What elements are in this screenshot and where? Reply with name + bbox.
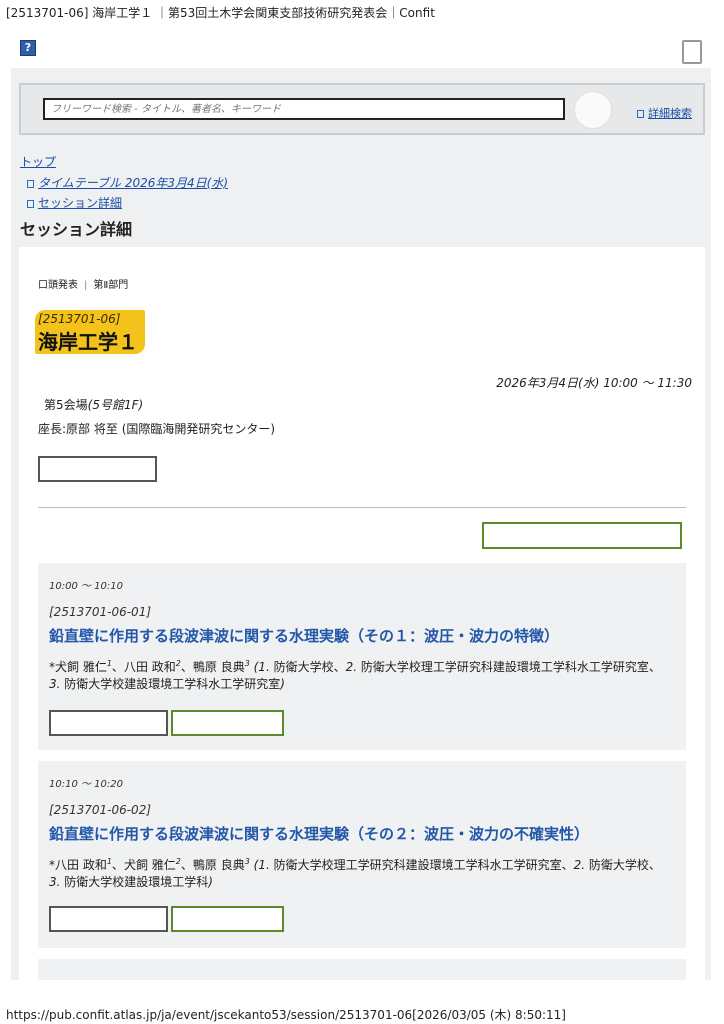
chair-label: 座長: [38,422,67,436]
affiliation-close: ) [280,677,285,691]
advanced-search-link[interactable]: 詳細検索 [637,105,692,121]
square-icon [27,179,34,188]
affiliation: 防衛大学校、 [588,858,661,872]
paper-time: 10:10 〜 10:20 [49,779,123,790]
green-action-button[interactable] [482,522,682,549]
paper-green-button[interactable] [171,710,284,736]
session-action-button[interactable] [38,456,157,482]
paper-time: 10:00 〜 10:10 [49,581,123,592]
session-venue: 第5会場(5号館1F) [44,396,143,413]
session-datetime: 2026年3月4日(水) 10:00 〜 11:30 [496,376,692,390]
chair-name: 原部 将至 [66,422,118,436]
breadcrumb-session[interactable]: セッション詳細 [27,194,122,211]
breadcrumb-session-label: セッション詳細 [38,196,123,210]
affiliation-num: (1. [253,660,270,674]
affiliation-num: 2. [573,858,586,872]
affiliation: 防衛大学校理工学研究科建設環境工学科水工学研究室、 [360,660,661,674]
page-title: セッション詳細 [20,220,133,239]
paper-card: 10:00 〜 10:10 [2513701-06-01] 鉛直壁に作用する段波… [38,563,686,750]
session-badge: [2513701-06] 海岸工学１ [35,310,145,354]
paper-card: 10:10 〜 10:20 [2513701-06-02] 鉛直壁に作用する段波… [38,761,686,948]
author: *八田 政和 [49,858,107,872]
paper-authors: *八田 政和1、犬飼 雅仁2、鴨原 良典3 (1. 防衛大学校理工学研究科建設環… [49,857,661,889]
author: 鴨原 良典 [192,660,245,674]
session-title: 海岸工学１ [38,330,138,354]
square-icon [637,110,644,118]
breadcrumb-top[interactable]: トップ [20,153,56,170]
venue-room: 第5会場 [44,398,88,412]
session-chair: 座長:原部 将至 (国際臨海開発研究センター) [38,420,275,437]
paper-title[interactable]: 鉛直壁に作用する段波津波に関する水理実験（その２：波圧・波力の不確実性） [49,823,589,844]
affiliation: 防衛大学校理工学研究科建設環境工学科水工学研究室、 [273,858,574,872]
author-sup: 3 [244,659,250,668]
affiliation-num: (1. [253,858,270,872]
paper-action-button[interactable] [49,906,168,932]
menu-button[interactable] [682,40,702,64]
affiliation-num: 2. [345,660,358,674]
search-input[interactable] [43,98,565,120]
affiliation: 防衛大学校建設環境工学科水工学研究室 [64,677,281,691]
chair-affiliation: (国際臨海開発研究センター) [121,422,276,436]
venue-building: (5号館1F) [87,398,144,412]
print-header: [2513701-06] 海岸工学１ ｜第53回土木学会関東支部技術研究発表会｜… [6,6,435,20]
breadcrumb-timetable[interactable]: タイムテーブル 2026年3月4日(水) [27,174,228,191]
search-bar: 詳細検索 [19,83,705,135]
author-sup: 2 [175,857,181,866]
author: 鴨原 良典 [192,858,245,872]
paper-id: [2513701-06-02] [49,803,152,817]
breadcrumb-timetable-label: タイムテーブル 2026年3月4日(水) [38,176,229,190]
paper-action-button[interactable] [49,710,168,736]
advanced-search-label: 詳細検索 [648,107,692,120]
session-id: [2513701-06] [38,312,121,326]
separator: | [84,280,88,291]
paper-title[interactable]: 鉛直壁に作用する段波津波に関する水理実験（その１：波圧・波力の特徴） [49,625,559,646]
author: *犬飼 雅仁 [49,660,107,674]
author-sup: 1 [106,857,112,866]
paper-green-button[interactable] [171,906,284,932]
help-icon[interactable]: ? [20,40,36,56]
paper-id: [2513701-06-01] [49,605,152,619]
affiliation: 防衛大学校、 [273,660,346,674]
author: 犬飼 雅仁 [123,858,176,872]
divider [38,507,686,508]
paper-card [38,959,686,980]
presentation-type-label: 口頭発表 [38,280,78,291]
author-sup: 3 [244,857,250,866]
session-content: 口頭発表 | 第Ⅱ部門 [2513701-06] 海岸工学１ 2026年3月4日(水… [19,247,705,980]
author: 八田 政和 [123,660,176,674]
affiliation-close: ) [208,875,213,889]
print-footer: https://pub.confit.atlas.jp/ja/event/jsc… [6,1008,566,1022]
square-icon [27,199,34,208]
search-button[interactable] [574,91,612,129]
affiliation-num: 3. [49,677,61,691]
paper-authors: *犬飼 雅仁1、八田 政和2、鴨原 良典3 (1. 防衛大学校、2. 防衛大学校… [49,659,661,691]
affiliation: 防衛大学校建設環境工学科 [64,875,209,889]
author-sup: 1 [106,659,112,668]
division-label: 第Ⅱ部門 [93,280,129,291]
presentation-type: 口頭発表 | 第Ⅱ部門 [38,276,128,291]
author-sup: 2 [175,659,181,668]
affiliation-num: 3. [49,875,61,889]
